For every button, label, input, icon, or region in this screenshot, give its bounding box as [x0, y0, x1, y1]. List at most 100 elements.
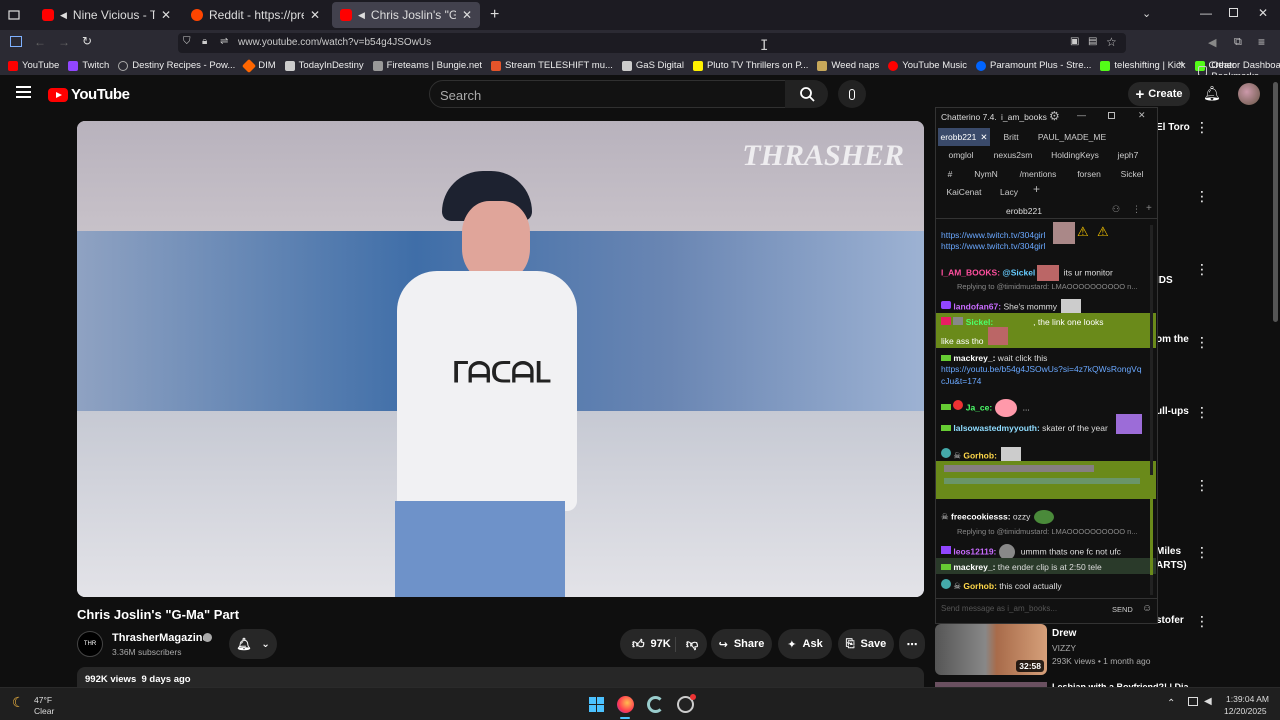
chat-tab-sickel[interactable]: Sickel — [1114, 165, 1150, 183]
chat-minimize-icon[interactable]: — — [1077, 110, 1086, 120]
rec-channel[interactable]: VIZZY — [1052, 643, 1076, 653]
extensions-icon[interactable]: ⧉ — [1234, 36, 1242, 49]
close-icon[interactable]: ✕ — [462, 8, 472, 22]
obs-icon[interactable] — [677, 694, 696, 713]
chat-username[interactable]: I_AM_BOOKS: — [941, 267, 1000, 277]
bookmark-twitch[interactable]: Twitch — [68, 60, 109, 71]
chat-tab-nymn[interactable]: NymN — [966, 165, 1006, 183]
bookmark-pluto-tv[interactable]: Pluto TV Thrillers on P... — [692, 60, 808, 71]
windows-start-icon[interactable] — [589, 697, 604, 712]
rec-title-fragment[interactable]: Miles — [1156, 546, 1200, 557]
close-icon[interactable]: ✕ — [980, 132, 987, 143]
chat-tab-britt[interactable]: Britt — [996, 128, 1026, 146]
rec-title-fragment[interactable]: om the — [1156, 334, 1200, 345]
more-bookmarks-icon[interactable]: » — [1178, 58, 1184, 70]
screenshot-icon[interactable]: ▤ — [1088, 36, 1097, 47]
chat-input[interactable]: Send message as i_am_books... SEND ☺ — [936, 598, 1157, 620]
clock-time[interactable]: 1:39:04 AM — [1226, 694, 1269, 704]
search-button[interactable] — [785, 80, 828, 108]
channel-name[interactable]: ThrasherMagazine — [112, 632, 209, 644]
settings-gear-icon[interactable]: ⚙ — [1049, 109, 1060, 123]
chat-tab-holdingkeys[interactable]: HoldingKeys — [1044, 146, 1106, 164]
reader-view-icon[interactable]: ▣ — [1070, 36, 1079, 47]
chat-tab-paul-made-me[interactable]: PAUL_MADE_ME — [1034, 128, 1110, 146]
bookmark-gas-digital[interactable]: GaS Digital — [621, 60, 684, 71]
chat-username[interactable]: Gorhob: — [963, 450, 997, 460]
rec-title-fragment[interactable]: stofer — [1156, 615, 1200, 626]
chat-tab-forsen[interactable]: forsen — [1070, 165, 1108, 183]
rec-title-fragment[interactable]: ull-ups — [1156, 406, 1200, 417]
forward-icon[interactable]: → — [58, 35, 70, 49]
chat-username[interactable]: mackrey_: — [953, 353, 995, 363]
bookmark-dim[interactable]: DIM — [242, 58, 276, 73]
more-actions-button[interactable]: ⋯ — [899, 629, 925, 659]
chat-link[interactable]: https://www.twitch.tv/304girl — [941, 241, 1045, 251]
rec-title-fragment[interactable]: IDS — [1156, 275, 1200, 286]
firefox-icon[interactable] — [617, 696, 634, 713]
bookmark-todayindestiny[interactable]: TodayInDestiny — [284, 60, 364, 71]
bookmark-weed-naps[interactable]: Weed naps — [817, 60, 879, 71]
notifications-bell-icon[interactable]: 🔔︎ — [1203, 85, 1221, 102]
chat-username[interactable]: mackrey_: — [953, 562, 995, 572]
chat-tab-mentions[interactable]: /mentions — [1012, 165, 1064, 183]
tab-youtube-active[interactable]: ◀ Chris Joslin's "G-Ma" Part - ✕ — [332, 2, 480, 28]
voice-search-button[interactable] — [838, 80, 866, 108]
bookmark-fireteams[interactable]: Fireteams | Bungie.net — [372, 60, 482, 71]
chat-mention[interactable]: @Sickel — [1002, 267, 1035, 277]
more-vertical-icon[interactable]: ⋮ — [1195, 189, 1209, 205]
bookmark-destiny-recipes[interactable]: Destiny Recipes - Pow... — [118, 60, 235, 71]
weather-temp[interactable]: 47°F — [34, 695, 52, 705]
close-icon[interactable]: ✕ — [310, 8, 320, 22]
chat-tab-erobb221[interactable]: erobb221 ✕ — [938, 128, 990, 146]
user-list-icon[interactable]: ⚇ — [1112, 204, 1120, 215]
chat-username[interactable]: Ja_ce: — [966, 402, 992, 412]
hamburger-menu-icon[interactable] — [16, 86, 31, 98]
chat-tab-lacy[interactable]: Lacy — [994, 183, 1024, 201]
page-scrollbar[interactable] — [1273, 82, 1278, 322]
rec-title[interactable]: Drew — [1052, 628, 1076, 639]
tray-chevron-up-icon[interactable]: ⌃ — [1167, 698, 1175, 709]
chatterino-app-icon[interactable] — [647, 696, 664, 713]
close-window-icon[interactable]: ✕ — [1258, 6, 1268, 20]
tab-clash[interactable]: ◀ Nine Vicious - The Clash 2 | ✕ — [34, 2, 179, 28]
more-vertical-icon[interactable]: ⋮ — [1195, 545, 1209, 561]
chat-tab-omglol[interactable]: omglol — [940, 146, 982, 164]
video-player[interactable]: ᒥᗩᑕᗩᒪ THRASHER — [77, 121, 924, 597]
volume-icon[interactable]: ◀ — [1208, 36, 1216, 49]
chat-scrollbar[interactable] — [1150, 225, 1153, 595]
reload-icon[interactable]: ↻ — [82, 34, 92, 48]
chat-link[interactable]: cJu&t=174 — [941, 376, 981, 386]
more-vertical-icon[interactable]: ⋮ — [1195, 262, 1209, 278]
add-tab-icon[interactable]: + — [1033, 182, 1040, 196]
close-icon[interactable]: ✕ — [161, 8, 171, 22]
chat-username[interactable]: landofan67: — [953, 301, 1001, 311]
menu-icon[interactable]: ≡ — [1258, 35, 1265, 49]
chat-link[interactable]: https://youtu.be/b54g4JSOwUs?si=4z7kQWsR… — [941, 364, 1142, 374]
chatterino-account[interactable]: i_am_books — [1001, 112, 1047, 122]
volume-tray-icon[interactable]: ◀ — [1204, 696, 1212, 707]
rec-title-fragment[interactable]: El Toro — [1156, 122, 1200, 133]
more-vertical-icon[interactable]: ⋮ — [1195, 405, 1209, 421]
youtube-logo[interactable]: YouTube — [48, 86, 130, 103]
create-button[interactable]: + Create — [1128, 82, 1190, 106]
chat-close-icon[interactable]: ✕ — [1138, 110, 1146, 121]
chat-username[interactable]: freecookiesss: — [951, 511, 1011, 521]
chat-username[interactable]: Sickel: — [966, 317, 993, 327]
more-vertical-icon[interactable]: ⋮ — [1195, 478, 1209, 494]
bookmark-paramount[interactable]: Paramount Plus - Stre... — [976, 60, 1091, 71]
save-button[interactable]: ⎘ Save — [838, 629, 894, 659]
chat-username[interactable]: Ialsowastedmyyouth: — [953, 423, 1039, 433]
bookmark-teleshifting-kick[interactable]: teleshifting | Kick — [1100, 60, 1186, 71]
chevron-down-icon[interactable]: ⌄ — [1142, 7, 1151, 20]
subscribed-notifications-button[interactable]: 🔔︎ ⌄ — [229, 629, 277, 659]
emoji-icon[interactable]: ☺ — [1142, 603, 1152, 614]
more-vertical-icon[interactable]: ⋮ — [1132, 204, 1141, 215]
chat-reply-context[interactable]: Replying to @timidmustard: LMAOOOOOOOOOO… — [957, 282, 1138, 291]
bookmark-star-icon[interactable]: ☆ — [1106, 35, 1117, 49]
ask-button[interactable]: ✦ Ask — [778, 629, 832, 659]
chat-reply-context[interactable]: Replying to @timidmustard: LMAOOOOOOOOOO… — [957, 527, 1138, 536]
sidebar-toggle-icon[interactable] — [10, 36, 22, 47]
clock-date[interactable]: 12/20/2025 — [1224, 706, 1267, 716]
chat-username[interactable]: Gorhob: — [963, 581, 997, 591]
tab-list-icon[interactable] — [0, 2, 28, 28]
